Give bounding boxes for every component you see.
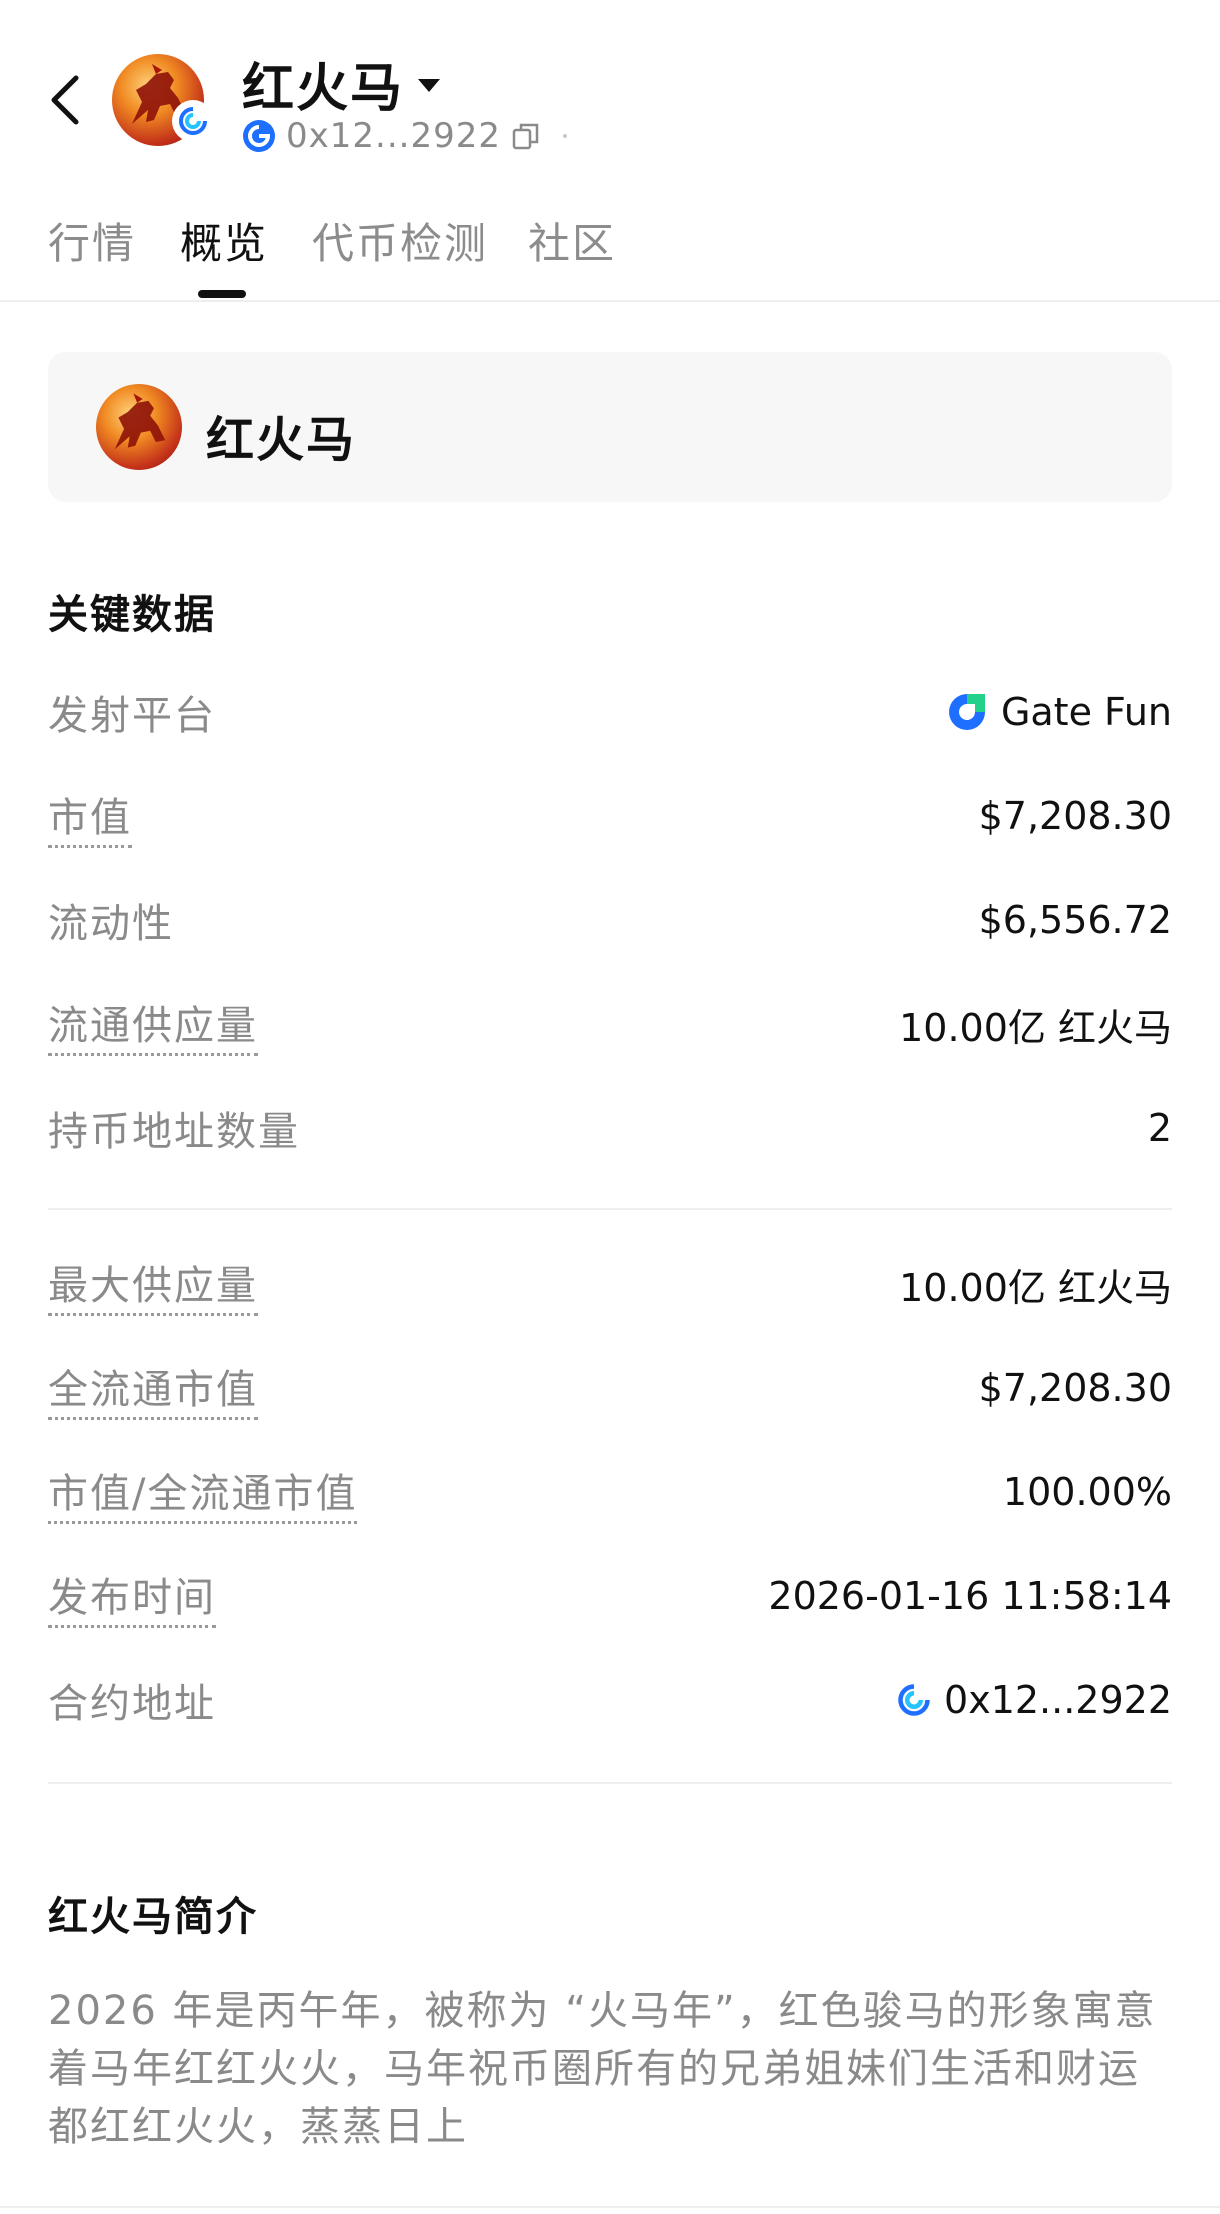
max-supply-value: 10.00亿 红火马 <box>899 1265 1172 1310</box>
token-title-dropdown[interactable]: 红火马 <box>242 46 441 121</box>
bottom-divider <box>0 2206 1220 2208</box>
tab-community[interactable]: 社区 <box>528 210 616 271</box>
contract-label: 合约地址 <box>48 1681 216 1727</box>
contract-row: 合约地址 0x12...2922 <box>48 1670 1172 1730</box>
launch-time-label[interactable]: 发布时间 <box>48 1565 216 1628</box>
divider-dot <box>562 134 567 138</box>
token-avatar <box>112 54 214 146</box>
intro-title: 红火马简介 <box>48 1894 258 1940</box>
liquidity-label: 流动性 <box>48 901 174 947</box>
red-horse-avatar-image <box>96 384 182 470</box>
gate-chain-icon <box>898 1684 930 1716</box>
key-data-title: 关键数据 <box>48 592 216 638</box>
launch-time-row: 发布时间 2026-01-16 11:58:14 <box>48 1565 1172 1628</box>
platform-name: Gate Fun <box>1000 690 1172 734</box>
holders-label: 持币地址数量 <box>48 1109 300 1155</box>
fdv-value: $7,208.30 <box>978 1366 1172 1410</box>
token-overview-page: 红火马 0x12...2922 行情 概览 代币检测 社区 红火马 关键数据 发… <box>0 0 1220 2214</box>
chevron-left-icon[interactable] <box>46 70 86 130</box>
circulating-supply-row: 流通供应量 10.00亿 红火马 <box>48 993 1172 1056</box>
max-supply-row: 最大供应量 10.00亿 红火马 <box>48 1253 1172 1316</box>
holders-value: 2 <box>1147 1106 1172 1150</box>
holders-row: 持币地址数量 2 <box>48 1098 1172 1158</box>
intro-text: 2026 年是丙午年，被称为 “火马年”，红色骏马的形象寓意着马年红红火火，马年… <box>48 1988 1157 2150</box>
launch-time-value: 2026-01-16 11:58:14 <box>768 1574 1172 1618</box>
tab-bar: 行情 概览 代币检测 社区 <box>0 210 1220 302</box>
market-cap-label[interactable]: 市值 <box>48 785 132 848</box>
fdv-label[interactable]: 全流通市值 <box>48 1357 258 1420</box>
platform-label: 发射平台 <box>48 693 216 739</box>
section-divider <box>48 1208 1172 1210</box>
active-tab-indicator <box>198 290 246 298</box>
liquidity-value: $6,556.72 <box>978 898 1172 942</box>
section-divider <box>48 1782 1172 1784</box>
gate-fun-logo-icon <box>948 694 985 730</box>
token-card[interactable]: 红火马 <box>48 352 1172 502</box>
market-cap-value: $7,208.30 <box>978 794 1172 838</box>
market-cap-row: 市值 $7,208.30 <box>48 785 1172 848</box>
mc-fdv-value: 100.00% <box>1002 1470 1172 1514</box>
tab-token-check[interactable]: 代币检测 <box>312 210 488 271</box>
token-name: 红火马 <box>206 412 357 468</box>
page-title: 红火马 <box>242 59 405 119</box>
header-address: 0x12...2922 <box>242 116 567 156</box>
tab-market[interactable]: 行情 <box>48 210 136 271</box>
copy-icon[interactable] <box>511 121 541 151</box>
platform-row: 发射平台 Gate Fun <box>48 682 1172 742</box>
max-supply-label[interactable]: 最大供应量 <box>48 1253 258 1316</box>
platform-value[interactable]: Gate Fun <box>945 690 1172 734</box>
contract-address: 0x12...2922 <box>944 1678 1172 1722</box>
gate-chain-icon <box>172 100 214 142</box>
caret-down-icon <box>418 79 441 92</box>
gate-chain-icon <box>243 120 275 152</box>
circulating-supply-value: 10.00亿 红火马 <box>899 1005 1172 1050</box>
contract-value[interactable]: 0x12...2922 <box>896 1678 1172 1722</box>
mc-fdv-label[interactable]: 市值/全流通市值 <box>48 1461 358 1524</box>
mc-fdv-row: 市值/全流通市值 100.00% <box>48 1461 1172 1524</box>
liquidity-row: 流动性 $6,556.72 <box>48 890 1172 950</box>
circulating-supply-label[interactable]: 流通供应量 <box>48 993 258 1056</box>
address-text: 0x12...2922 <box>286 116 501 156</box>
header: 红火马 0x12...2922 <box>0 0 1220 180</box>
fdv-row: 全流通市值 $7,208.30 <box>48 1357 1172 1420</box>
tab-overview[interactable]: 概览 <box>180 210 268 271</box>
